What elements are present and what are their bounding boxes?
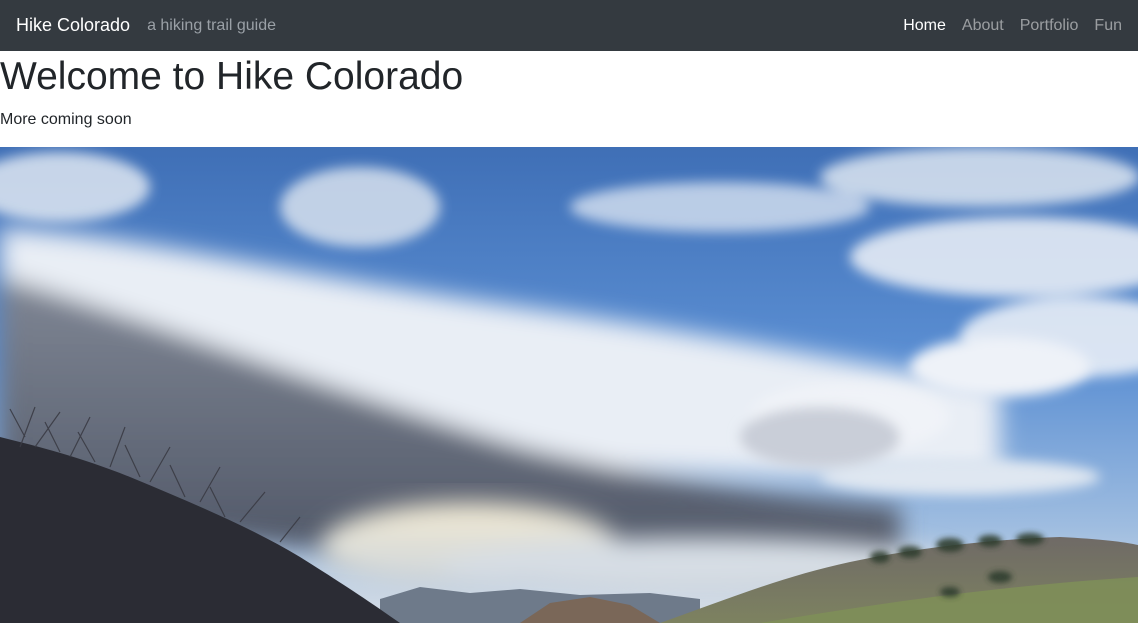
top-navbar: Hike Colorado a hiking trail guide Home … [0, 0, 1138, 51]
nav-link-about[interactable]: About [954, 17, 1012, 35]
nav-link-fun[interactable]: Fun [1086, 17, 1130, 35]
nav-link-portfolio[interactable]: Portfolio [1012, 17, 1087, 35]
brand-tagline: a hiking trail guide [147, 16, 277, 34]
hero-landscape-image [0, 147, 1138, 623]
nav-link-home[interactable]: Home [895, 17, 954, 35]
page-subtext: More coming soon [0, 111, 132, 128]
brand-link[interactable]: Hike Colorado [16, 15, 130, 36]
page-title: Welcome to Hike Colorado [0, 55, 464, 98]
landscape-photo [0, 147, 1138, 623]
nav-links: Home About Portfolio Fun [895, 17, 1130, 35]
